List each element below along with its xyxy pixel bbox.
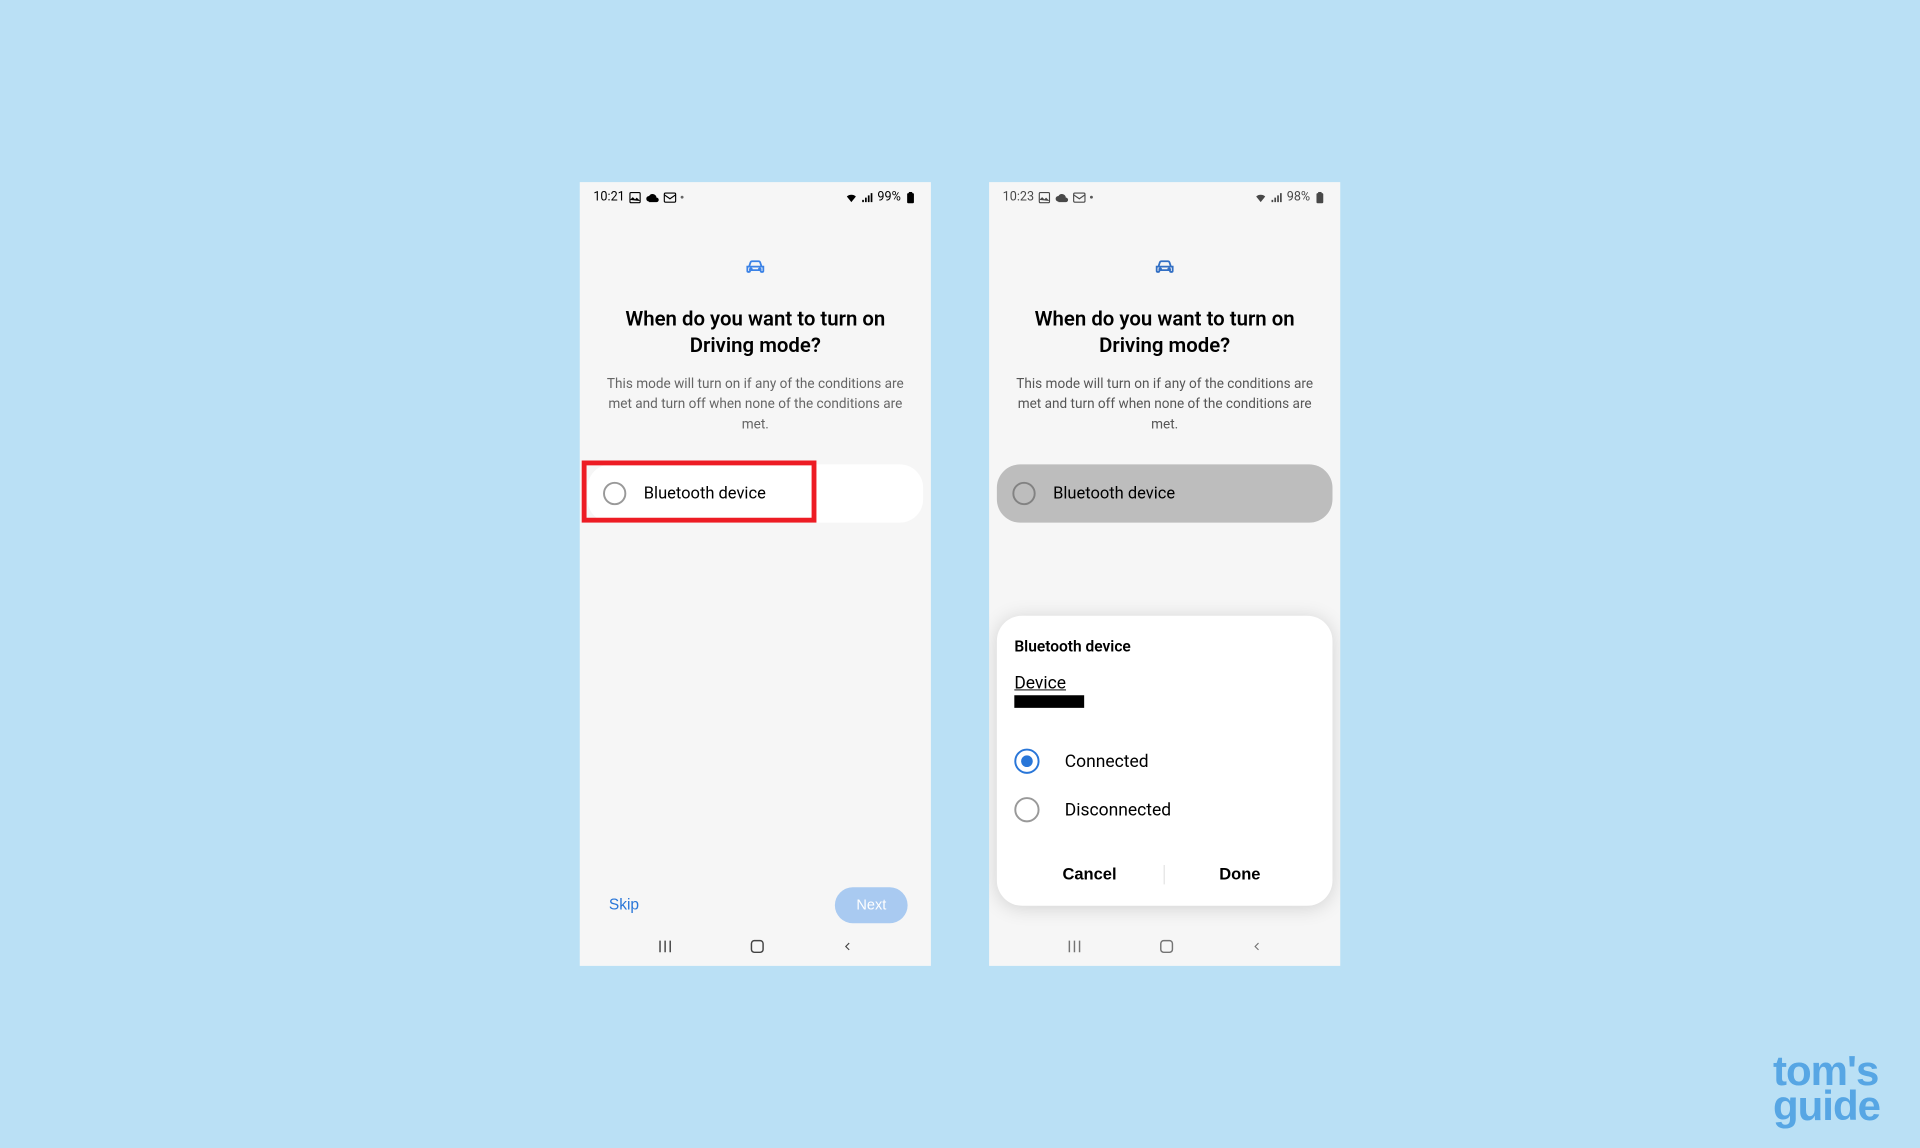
phone-screenshot-1: 10:21 99% When do you want to turn o — [580, 182, 931, 966]
home-icon[interactable] — [749, 938, 766, 955]
phone-screenshot-2: 10:23 98% When do you want to turn o — [989, 182, 1340, 966]
battery-icon — [1313, 190, 1327, 204]
back-icon[interactable] — [1250, 938, 1264, 955]
radio-label: Connected — [1065, 751, 1149, 771]
bluetooth-device-option[interactable]: Bluetooth device — [997, 464, 1333, 522]
page-subtext: This mode will turn on if any of the con… — [599, 374, 911, 435]
battery-icon — [904, 190, 918, 204]
gmail-icon — [1073, 190, 1087, 204]
disconnected-option[interactable]: Disconnected — [1014, 785, 1315, 834]
battery-text: 98% — [1287, 190, 1310, 205]
gmail-icon — [664, 190, 678, 204]
dialog-title: Bluetooth device — [1014, 637, 1315, 655]
car-icon — [1154, 257, 1175, 278]
status-dot — [1090, 196, 1093, 199]
skip-button[interactable]: Skip — [603, 896, 645, 915]
watermark: tom's guide — [1773, 1053, 1880, 1124]
signal-icon — [861, 190, 875, 204]
cloud-icon — [646, 190, 660, 204]
option-label: Bluetooth device — [1053, 483, 1175, 502]
signal-icon — [1270, 190, 1284, 204]
radio-selected[interactable] — [1014, 749, 1039, 774]
recents-icon[interactable] — [1065, 938, 1082, 955]
navigation-bar — [989, 927, 1340, 966]
device-name-redacted — [1014, 695, 1084, 708]
cloud-icon — [1055, 190, 1069, 204]
device-label[interactable]: Device — [1014, 673, 1315, 693]
image-icon — [629, 190, 643, 204]
radio-unselected[interactable] — [1014, 797, 1039, 822]
watermark-line2: guide — [1773, 1088, 1880, 1124]
back-icon[interactable] — [841, 938, 855, 955]
radio-label: Disconnected — [1065, 800, 1171, 820]
image-icon — [1038, 190, 1052, 204]
option-label: Bluetooth device — [644, 483, 766, 502]
status-bar: 10:21 99% — [580, 182, 931, 208]
recents-icon[interactable] — [656, 938, 673, 955]
next-button[interactable]: Next — [835, 887, 908, 923]
wifi-icon — [1254, 190, 1268, 204]
status-dot — [681, 196, 684, 199]
radio-button[interactable] — [603, 481, 626, 504]
radio-button[interactable] — [1012, 481, 1035, 504]
status-time: 10:21 — [593, 190, 624, 205]
bluetooth-device-dialog: Bluetooth device Device Connected Discon… — [997, 616, 1333, 906]
done-button[interactable]: Done — [1165, 851, 1315, 898]
car-icon — [745, 257, 766, 278]
page-title: When do you want to turn on Driving mode… — [599, 307, 911, 360]
status-time: 10:23 — [1003, 190, 1034, 205]
wifi-icon — [844, 190, 858, 204]
connected-option[interactable]: Connected — [1014, 737, 1315, 786]
bluetooth-device-option[interactable]: Bluetooth device — [588, 464, 924, 522]
battery-text: 99% — [877, 190, 900, 205]
home-icon[interactable] — [1158, 938, 1175, 955]
navigation-bar — [580, 927, 931, 966]
status-bar: 10:23 98% — [989, 182, 1340, 208]
page-subtext: This mode will turn on if any of the con… — [1009, 374, 1321, 435]
page-title: When do you want to turn on Driving mode… — [1009, 307, 1321, 360]
cancel-button[interactable]: Cancel — [1014, 851, 1164, 898]
